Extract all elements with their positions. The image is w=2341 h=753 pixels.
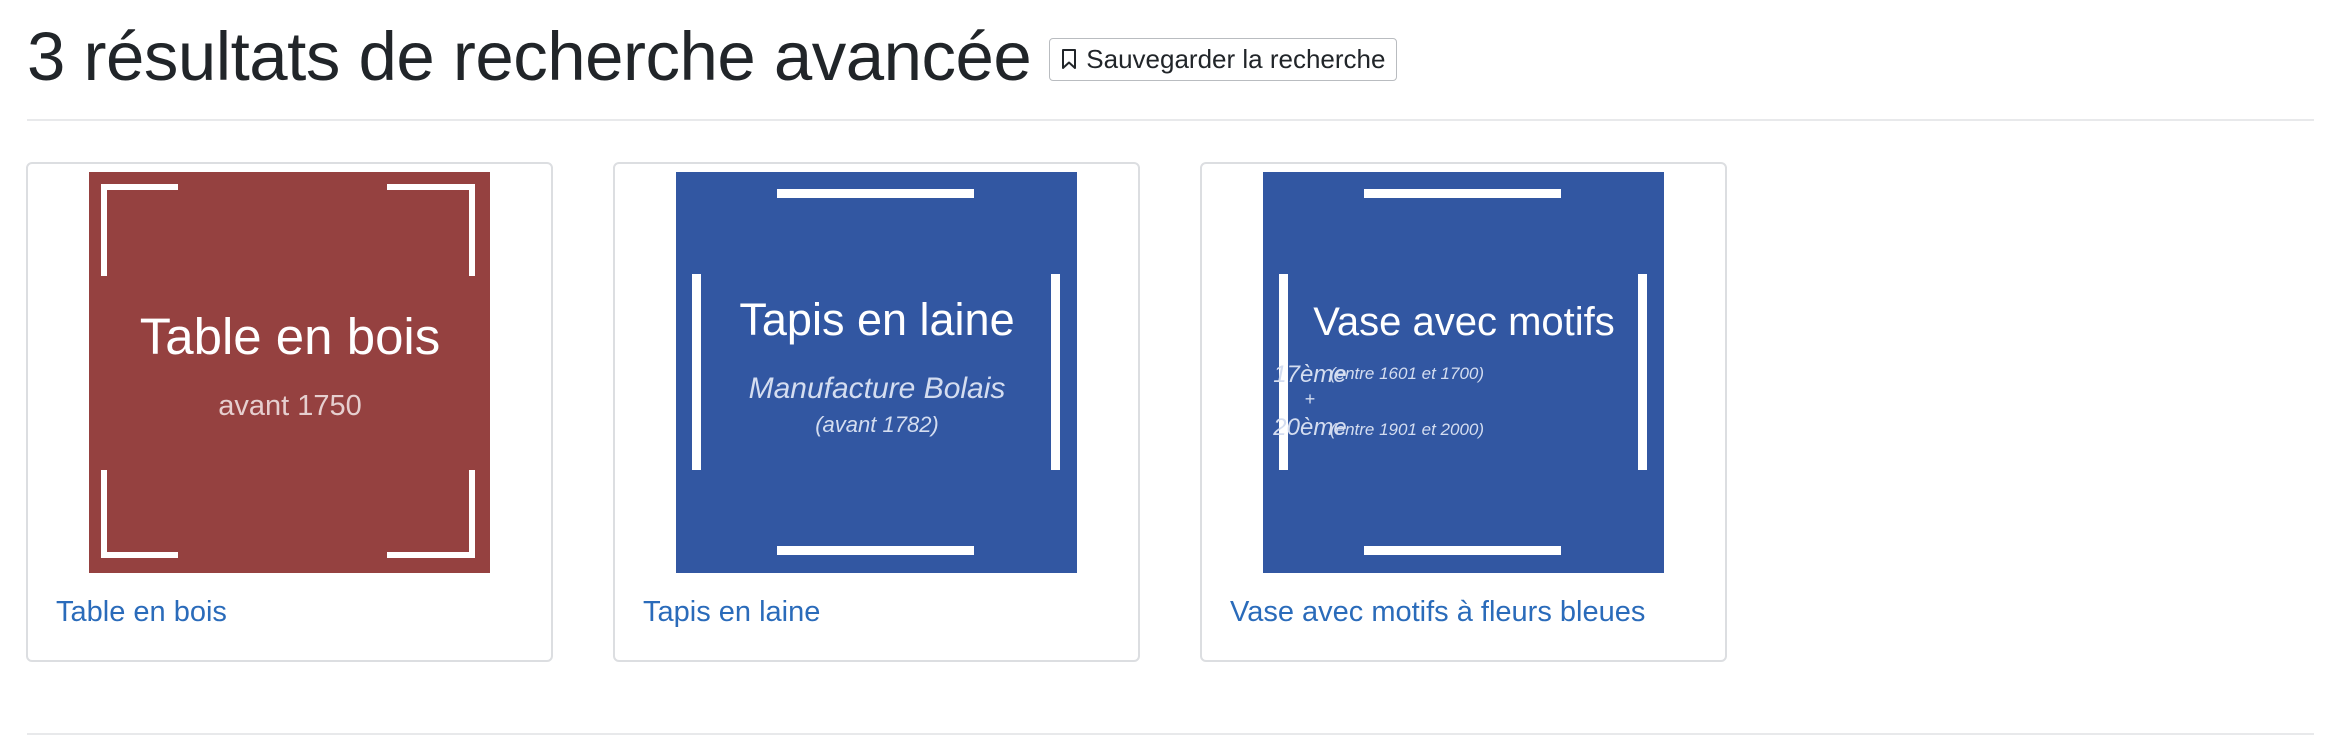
bookmark-icon	[1062, 49, 1077, 69]
save-search-label: Sauvegarder la recherche	[1086, 43, 1386, 74]
thumbnail-subtitle: avant 1750	[218, 390, 362, 422]
result-link[interactable]: Vase avec motifs à fleurs bleues	[1230, 596, 1645, 629]
result-thumbnail[interactable]: Table en bois avant 1750	[89, 172, 490, 573]
bottom-divider	[27, 733, 2314, 735]
result-card: Tapis en laine Manufacture Bolais (avant…	[613, 162, 1140, 662]
result-card: Table en bois avant 1750 Table en bois	[26, 162, 553, 662]
thumbnail-plus: +	[1305, 389, 1316, 409]
save-search-button[interactable]: Sauvegarder la recherche	[1049, 37, 1398, 81]
thumbnail-subtitle: Manufacture Bolais	[749, 372, 1006, 405]
result-link[interactable]: Table en bois	[56, 596, 227, 629]
page-title: 3 résultats de recherche avancée	[27, 17, 1032, 95]
thumbnail-range-2: (entre 1901 et 2000)	[1330, 420, 1484, 439]
result-thumbnail[interactable]: Vase avec motifs 17ème (entre 1601 et 17…	[1263, 172, 1664, 573]
thumbnail-background	[89, 172, 490, 573]
thumbnail-range-1: (entre 1601 et 1700)	[1330, 364, 1484, 383]
result-link[interactable]: Tapis en laine	[643, 596, 820, 629]
results-header: 3 résultats de recherche avancée Sauvega…	[27, 8, 1398, 104]
thumbnail-note: (avant 1782)	[815, 412, 939, 437]
thumbnail-title: Table en bois	[140, 308, 441, 365]
thumbnail-title: Tapis en laine	[739, 294, 1014, 345]
result-thumbnail[interactable]: Tapis en laine Manufacture Bolais (avant…	[676, 172, 1077, 573]
result-card: Vase avec motifs 17ème (entre 1601 et 17…	[1200, 162, 1727, 662]
top-divider	[27, 119, 2314, 121]
thumbnail-title: Vase avec motifs	[1313, 300, 1615, 344]
